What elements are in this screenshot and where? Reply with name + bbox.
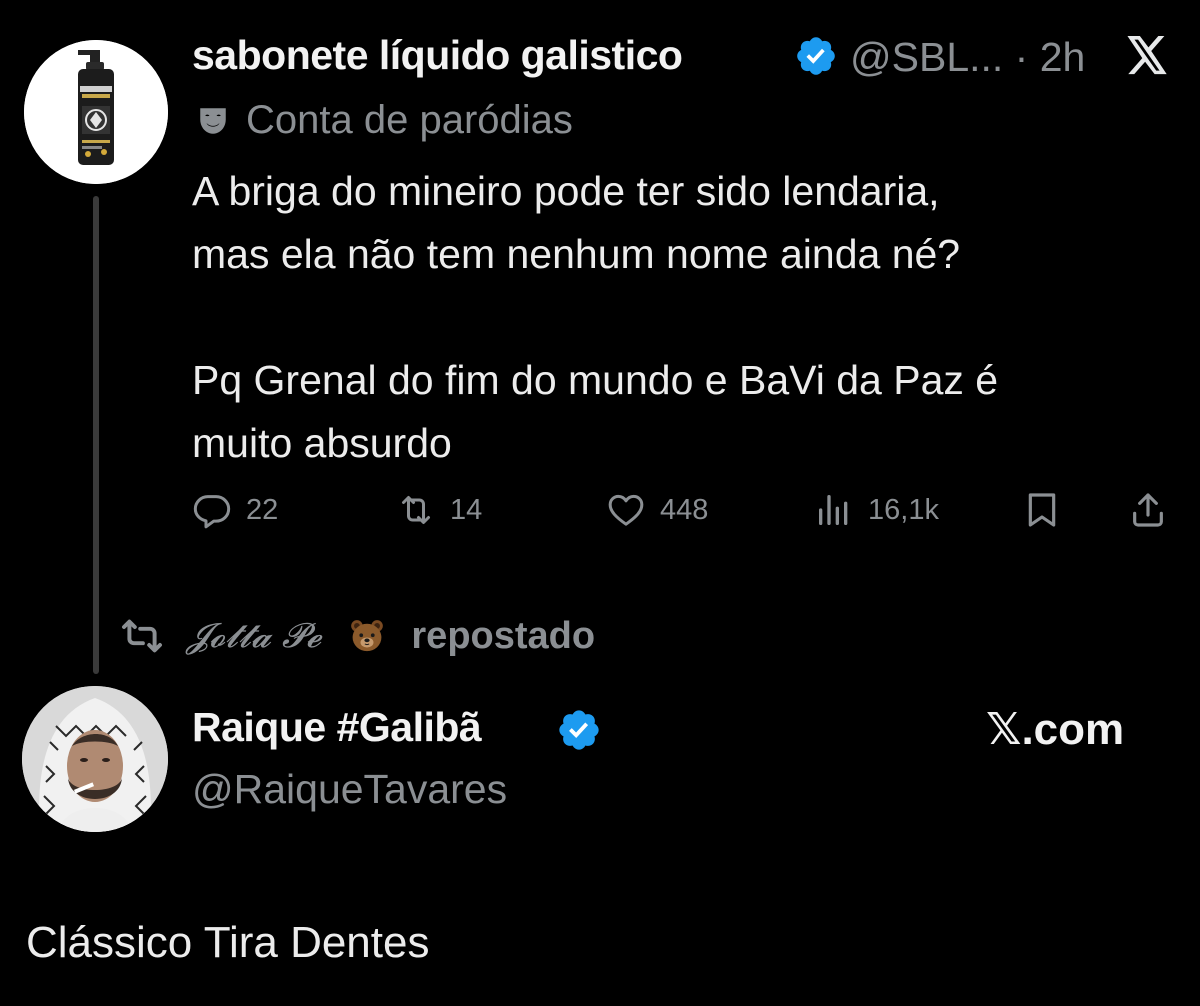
avatar[interactable] <box>24 40 168 184</box>
verified-badge-icon <box>559 710 599 750</box>
theater-mask-icon <box>200 108 226 134</box>
parody-account-label: Conta de paródias <box>246 98 573 142</box>
quoted-author-name[interactable]: Raique #Galibã <box>192 704 482 751</box>
repost-count: 14 <box>450 493 483 526</box>
repost-icon <box>402 496 430 524</box>
repost-button[interactable]: 14 <box>396 490 482 530</box>
soap-bottle-image <box>24 40 168 184</box>
share-button[interactable] <box>1128 490 1182 530</box>
repost-icon <box>122 619 162 653</box>
avatar[interactable] <box>22 686 168 832</box>
bookmark-icon <box>1028 493 1056 527</box>
like-count: 448 <box>660 493 709 526</box>
author-name[interactable]: sabonete líquido galistico <box>192 32 683 79</box>
tweet-text: A briga do mineiro pode ter sido lendari… <box>192 168 999 466</box>
heart-icon <box>608 494 644 526</box>
reposted-label: repostado <box>411 614 596 657</box>
reposter-name[interactable]: 𝓙𝓸𝓽𝓽𝓪 𝓟𝓮 <box>186 616 321 656</box>
site-watermark: 𝕏.com <box>986 705 1125 754</box>
like-button[interactable]: 448 <box>606 490 708 530</box>
quoted-tweet-text: Clássico Tira Dentes <box>26 918 430 967</box>
quoted-author-handle[interactable]: @RaiqueTavares <box>192 766 507 813</box>
tweet-actions: 22 14 448 16,1k <box>192 490 1172 540</box>
reply-count: 22 <box>246 493 279 526</box>
views-count: 16,1k <box>868 493 939 526</box>
bookmark-button[interactable] <box>1022 490 1076 530</box>
repost-indicator: 𝓙𝓸𝓽𝓽𝓪 𝓟𝓮 repostado <box>120 608 595 664</box>
x-logo-icon[interactable] <box>1124 36 1170 76</box>
verified-badge-icon <box>797 37 835 75</box>
profile-photo <box>22 686 168 832</box>
views-icon <box>819 495 848 525</box>
bear-face-icon <box>351 620 384 652</box>
thread-line <box>93 196 99 674</box>
share-icon <box>1133 493 1163 527</box>
reply-icon <box>193 495 231 529</box>
author-handle-time[interactable]: @SBL... · 2h <box>850 34 1085 81</box>
views-button[interactable]: 16,1k <box>814 490 939 530</box>
reply-button[interactable]: 22 <box>192 490 278 530</box>
